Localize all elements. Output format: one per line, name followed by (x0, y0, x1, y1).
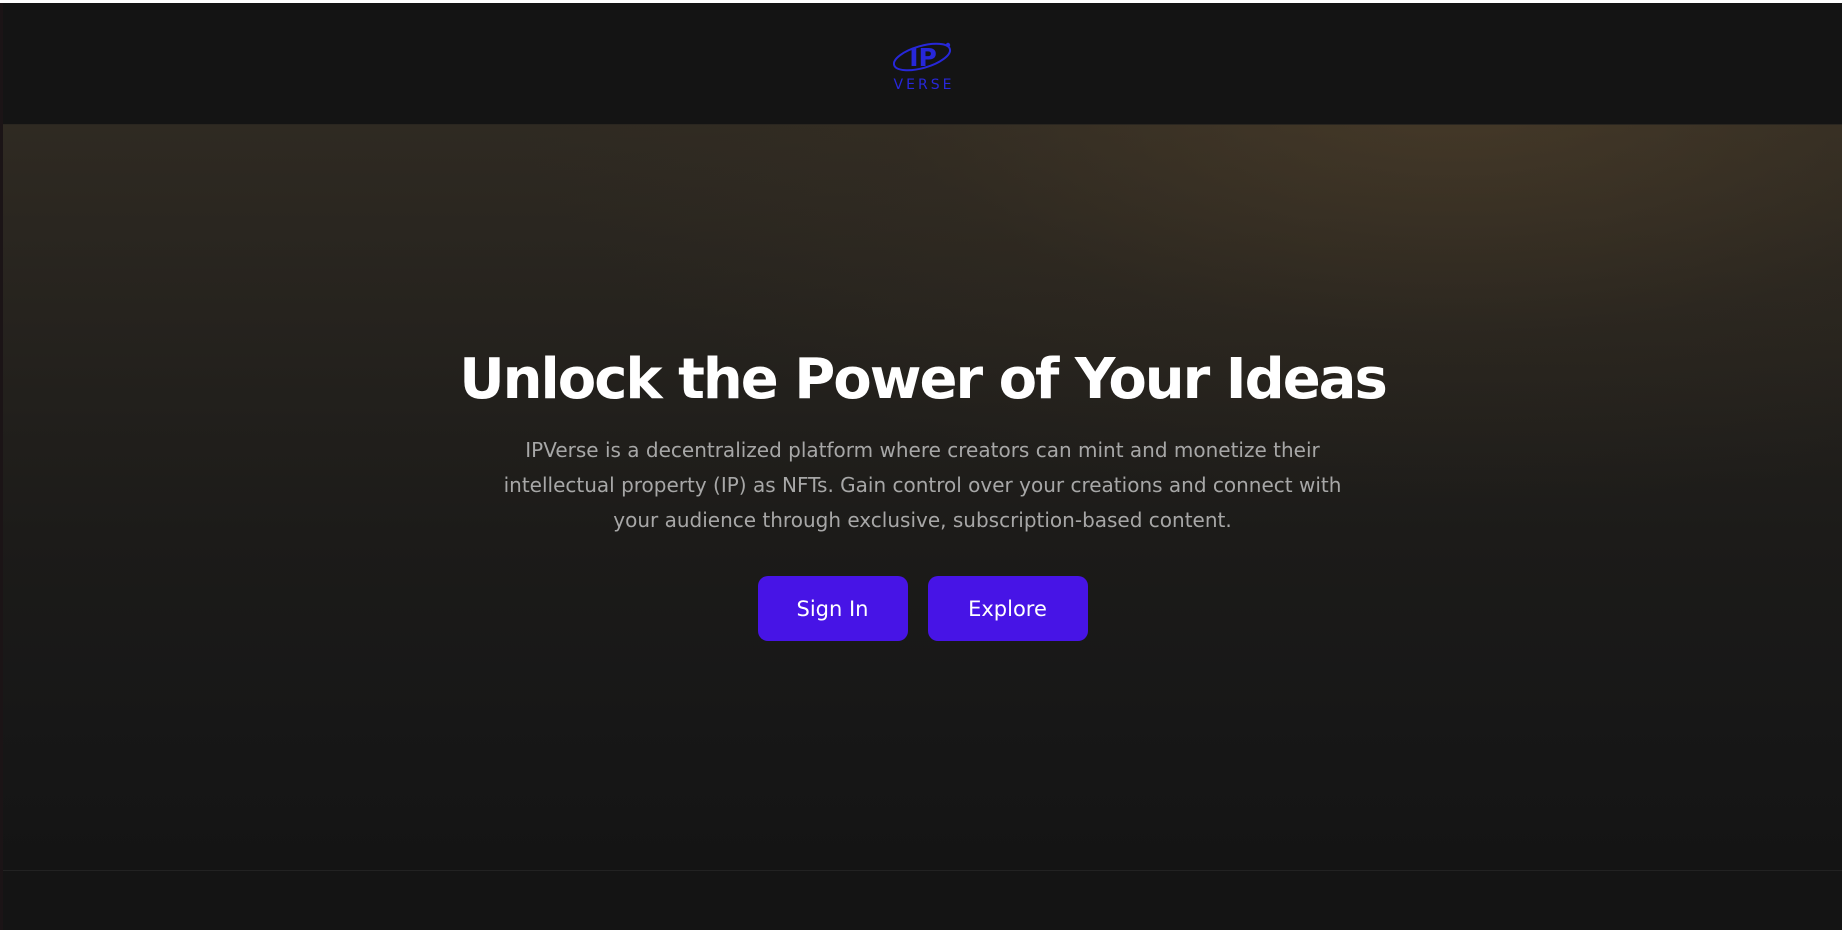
site-header: IP VERSE (3, 3, 1842, 124)
logo-word: VERSE (893, 77, 955, 93)
brand-logo[interactable]: IP VERSE (890, 35, 956, 92)
landing-page: IP VERSE Unlock the Power of Your Ideas … (0, 0, 1842, 930)
hero-description: IPVerse is a decentralized platform wher… (503, 438, 1342, 532)
hero-section: Unlock the Power of Your Ideas IPVerse i… (3, 124, 1842, 871)
hero-actions: Sign In Explore (757, 576, 1088, 641)
logo-initials: IP (909, 43, 937, 72)
explore-button[interactable]: Explore (927, 576, 1088, 641)
footer-band (3, 871, 1842, 930)
hero-title: Unlock the Power of Your Ideas (459, 347, 1388, 412)
logo-orbit-icon: IP (890, 35, 956, 77)
sign-in-button[interactable]: Sign In (757, 576, 908, 641)
